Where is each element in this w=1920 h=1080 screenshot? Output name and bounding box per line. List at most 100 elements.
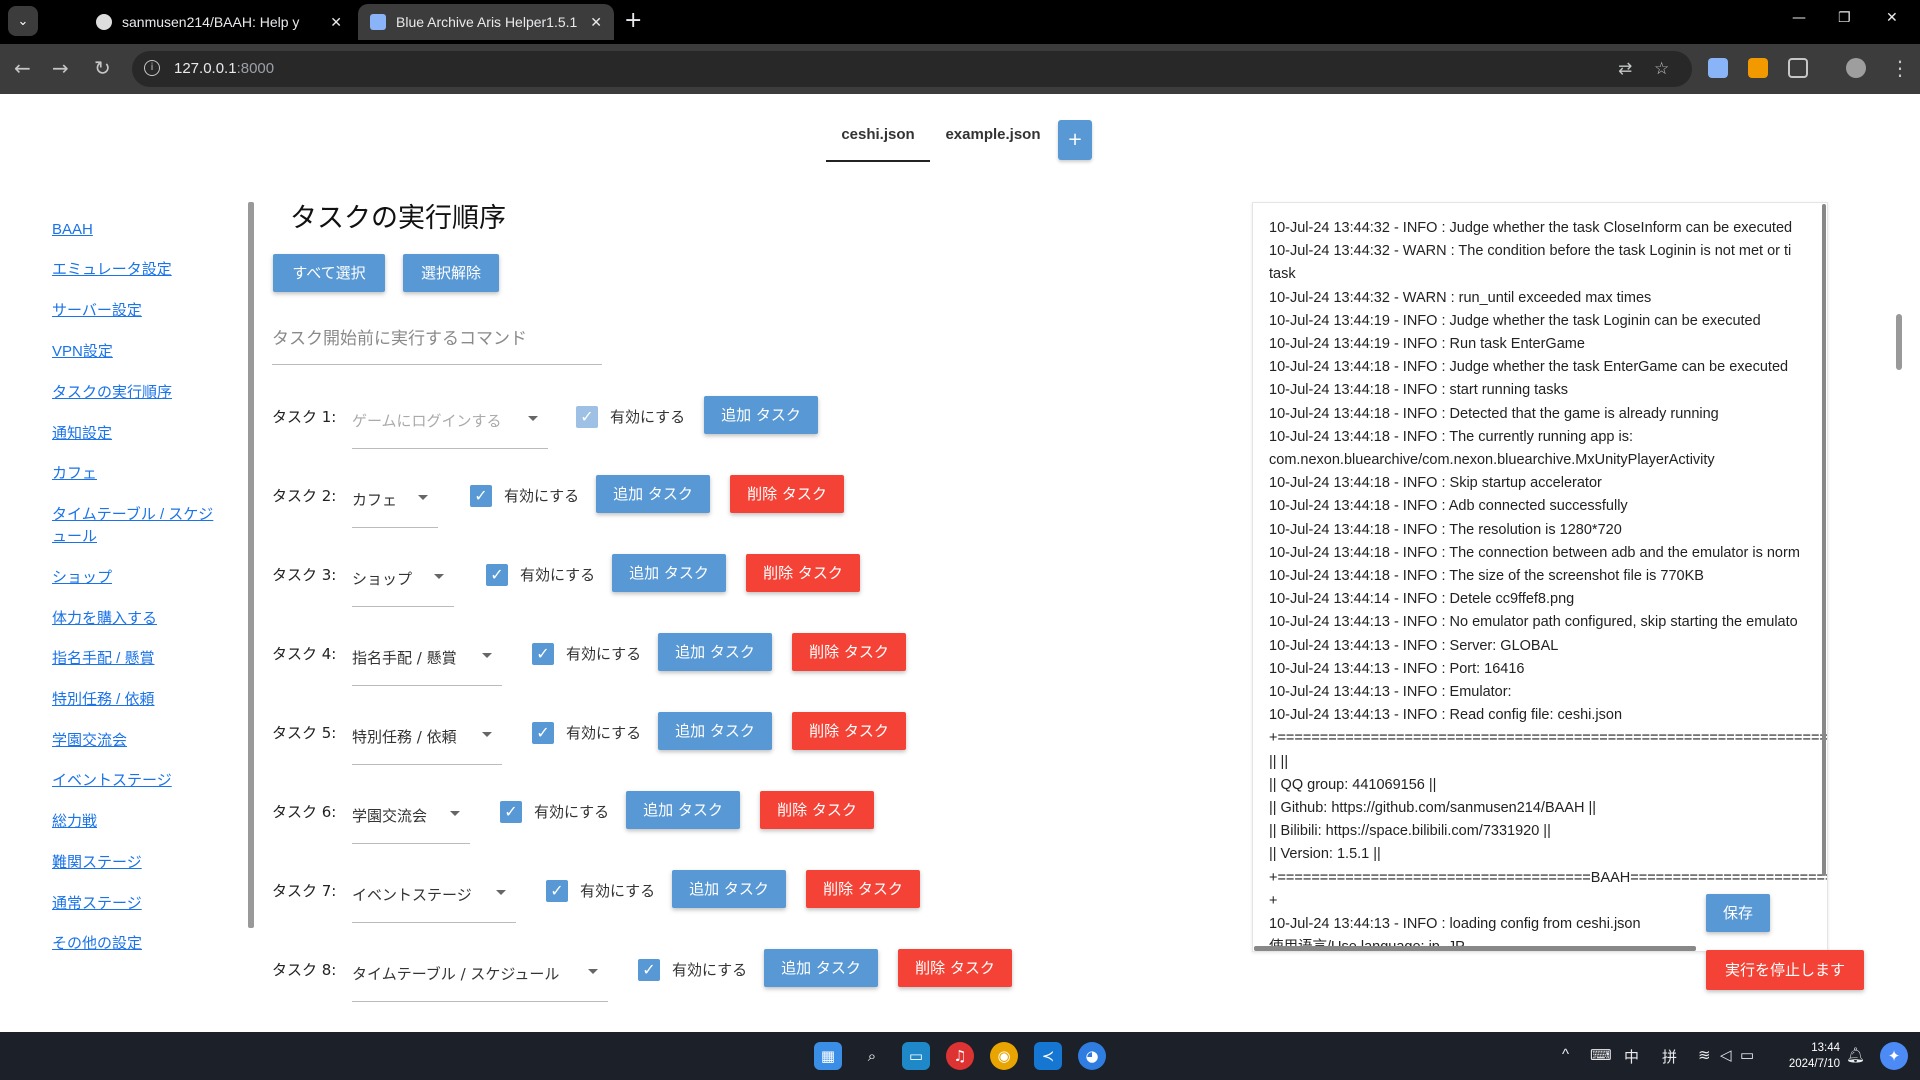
sidebar-item-cafe[interactable]: カフェ [52,462,97,486]
extension-icon[interactable] [1748,58,1768,78]
sidebar-item-wanted[interactable]: 指名手配 / 懸賞 [52,647,155,671]
browser-menu-icon[interactable]: ⋮ [1890,56,1910,80]
add-task-button[interactable]: 追加 タスク [596,475,710,513]
add-task-button[interactable]: 追加 タスク [658,633,772,671]
sidebar-item-exchange[interactable]: 学園交流会 [52,729,127,753]
tab-search-menu-icon[interactable]: ⌄ [8,6,38,36]
sidebar-item-shop[interactable]: ショップ [52,566,112,590]
deselect-button[interactable]: 選択解除 [403,254,499,292]
config-tab[interactable]: example.json [938,112,1048,160]
notification-bell-icon[interactable]: 🔔︎ [1846,1046,1865,1064]
add-task-button[interactable]: 追加 タスク [672,870,786,908]
add-task-button[interactable]: 追加 タスク [658,712,772,750]
enable-checkbox[interactable]: ✓ [500,801,522,823]
tab-baah[interactable]: Blue Archive Aris Helper1.5.1 ✕ [358,4,614,40]
task-select[interactable]: 指名手配 / 懸賞 [352,625,502,686]
chrome-icon[interactable]: ◉ [990,1042,1018,1070]
translate-icon[interactable]: ⇄ [1618,59,1632,79]
sidebar-item-task-order[interactable]: タスクの実行順序 [52,381,172,405]
save-button[interactable]: 保存 [1706,894,1770,932]
copilot-icon[interactable]: ✦ [1880,1042,1908,1070]
omnibox[interactable]: i 127.0.0.1:8000 ⇄ ☆ [132,51,1692,87]
sidebar-item-other[interactable]: その他の設定 [52,932,142,956]
add-task-button[interactable]: 追加 タスク [764,949,878,987]
app-icon[interactable]: ◕ [1078,1042,1106,1070]
tray-overflow-icon[interactable]: ^ [1562,1046,1569,1063]
enable-checkbox[interactable]: ✓ [576,406,598,428]
log-vertical-scrollbar[interactable] [1822,204,1826,876]
sidebar-item-hard[interactable]: 難関ステージ [52,851,142,875]
tab-close-icon[interactable]: ✕ [590,14,602,31]
page-scrollbar[interactable] [1896,314,1902,370]
task-select[interactable]: 学園交流会 [352,783,470,844]
sidebar-item-emulator[interactable]: エミュレータ設定 [52,258,172,282]
task-select[interactable]: イベントステージ [352,862,516,923]
delete-task-button[interactable]: 削除 タスク [898,949,1012,987]
search-icon[interactable]: ⌕ [858,1042,886,1070]
sidebar-item-buy-stamina[interactable]: 体力を購入する [52,607,157,631]
desktop-app-icon[interactable]: ▭ [902,1042,930,1070]
delete-task-button[interactable]: 削除 タスク [730,475,844,513]
sidebar-item-timetable[interactable]: ュール [52,525,97,549]
delete-task-button[interactable]: 削除 タスク [792,712,906,750]
sidebar-item-notify[interactable]: 通知設定 [52,422,112,446]
log-panel[interactable]: 10-Jul-24 13:44:32 - INFO : Judge whethe… [1252,202,1828,952]
reload-icon[interactable]: ↻ [94,56,111,80]
forward-icon[interactable]: → [52,56,69,80]
battery-icon[interactable]: ▭ [1740,1046,1754,1064]
tab-close-icon[interactable]: ✕ [330,14,342,31]
enable-checkbox[interactable]: ✓ [486,564,508,586]
pre-command-input[interactable]: タスク開始前に実行するコマンド [272,310,602,365]
enable-checkbox[interactable]: ✓ [470,485,492,507]
sidebar-item-vpn[interactable]: VPN設定 [52,340,113,364]
tab-github[interactable]: sanmusen214/BAAH: Help y ✕ [84,4,354,40]
config-tab[interactable]: ceshi.json [826,112,930,162]
keyboard-icon[interactable]: ⌨ [1590,1046,1612,1064]
task-select[interactable]: ゲームにログインする [352,388,548,449]
ime-pinyin[interactable]: 拼 [1662,1046,1677,1067]
netease-music-icon[interactable]: ♫ [946,1042,974,1070]
delete-task-button[interactable]: 削除 タスク [806,870,920,908]
log-horizontal-scrollbar[interactable] [1254,946,1696,951]
enable-checkbox[interactable]: ✓ [532,643,554,665]
enable-checkbox[interactable]: ✓ [546,880,568,902]
ime-mode[interactable]: 中 [1624,1046,1639,1067]
back-icon[interactable]: ← [14,56,31,80]
close-window-icon[interactable]: ✕ [1886,10,1898,26]
delete-task-button[interactable]: 削除 タスク [746,554,860,592]
task-select[interactable]: 特別任務 / 依頼 [352,704,502,765]
add-config-button[interactable]: + [1058,120,1092,160]
task-select[interactable]: タイムテーブル / スケジュール [352,941,608,1002]
sidebar-item-normal[interactable]: 通常ステージ [52,892,142,916]
enable-checkbox[interactable]: ✓ [532,722,554,744]
task-select[interactable]: カフェ [352,467,438,528]
extension-icon[interactable] [1708,58,1728,78]
site-info-icon[interactable]: i [144,60,160,76]
sidebar-item-raid[interactable]: 総力戦 [52,810,97,834]
add-task-button[interactable]: 追加 タスク [612,554,726,592]
extensions-puzzle-icon[interactable] [1788,58,1808,78]
delete-task-button[interactable]: 削除 タスク [760,791,874,829]
sidebar-item-timetable[interactable]: タイムテーブル / スケジ [52,503,213,527]
add-task-button[interactable]: 追加 タスク [704,396,818,434]
sidebar-item-special[interactable]: 特別任務 / 依頼 [52,688,155,712]
minimize-icon[interactable]: — [1792,10,1806,26]
sidebar-item-server[interactable]: サーバー設定 [52,299,142,323]
wifi-icon[interactable]: ≋ [1698,1046,1711,1064]
enable-checkbox[interactable]: ✓ [638,959,660,981]
restore-icon[interactable]: ❐ [1838,10,1851,26]
select-all-button[interactable]: すべて選択 [273,254,385,292]
url-text[interactable]: 127.0.0.1:8000 [174,60,274,77]
add-task-button[interactable]: 追加 タスク [626,791,740,829]
task-select[interactable]: ショップ [352,546,454,607]
volume-icon[interactable]: ◁ [1720,1046,1732,1064]
system-clock[interactable]: 13:44 2024/7/10 [1760,1040,1840,1072]
stop-execution-button[interactable]: 実行を停止します [1706,950,1864,990]
vscode-icon[interactable]: ≺ [1034,1042,1062,1070]
start-icon[interactable]: ▦ [814,1042,842,1070]
bookmark-star-icon[interactable]: ☆ [1654,59,1669,79]
new-tab-button[interactable]: + [624,8,642,33]
profile-avatar[interactable] [1846,58,1866,78]
sidebar-item-baah[interactable]: BAAH [52,218,93,242]
sidebar-item-event[interactable]: イベントステージ [52,769,172,793]
